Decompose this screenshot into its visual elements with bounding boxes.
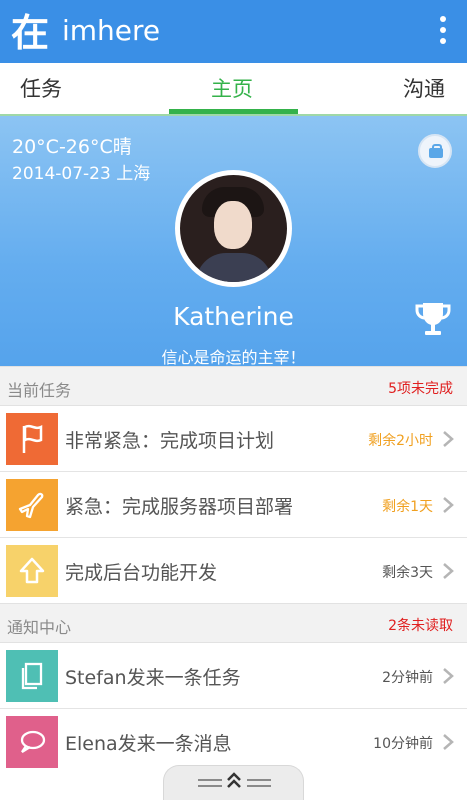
briefcase-button[interactable] (418, 134, 452, 168)
tab-communication[interactable]: 沟通 (403, 63, 445, 115)
notification-time: 2分钟前 (382, 670, 433, 686)
app-logo-icon: 在 (11, 12, 49, 52)
expand-up-icon (198, 772, 271, 788)
task-time-remaining: 剩余2小时 (368, 433, 433, 449)
user-motto: 信心是命运的主宰！ (161, 348, 306, 367)
avatar[interactable] (175, 170, 292, 287)
up-arrow-icon (6, 545, 58, 597)
task-label: 紧急：完成服务器项目部署 (65, 496, 294, 518)
notification-time: 10分钟前 (373, 736, 433, 752)
task-row[interactable]: 紧急：完成服务器项目部署 剩余1天 (0, 472, 467, 538)
app-bar: 在 imhere (0, 0, 467, 63)
svg-text:在: 在 (11, 12, 49, 52)
tab-home[interactable]: 主页 (211, 63, 253, 115)
tab-bar: 任务 主页 沟通 (0, 63, 467, 115)
flag-icon (6, 413, 58, 465)
airplane-icon (6, 479, 58, 531)
notification-row[interactable]: Stefan发来一条任务 2分钟前 (0, 643, 467, 709)
date-location-text: 2014-07-23 上海 (12, 164, 151, 184)
chevron-right-icon (443, 734, 454, 750)
notification-label: Stefan发来一条任务 (65, 667, 241, 689)
avatar-photo (180, 175, 287, 282)
current-tasks-count: 5项未完成 (388, 381, 453, 397)
briefcase-icon (429, 144, 443, 158)
task-label: 完成后台功能开发 (65, 562, 218, 584)
task-row[interactable]: 完成后台功能开发 剩余3天 (0, 538, 467, 604)
notification-label: Elena发来一条消息 (65, 733, 232, 755)
chat-bubble-icon (6, 716, 58, 768)
drawer-handle[interactable] (163, 765, 304, 800)
notification-center-header: 通知中心 2条未读取 (0, 603, 467, 643)
trophy-icon[interactable] (413, 299, 453, 339)
task-time-remaining: 剩余3天 (382, 565, 433, 581)
notification-unread-count: 2条未读取 (388, 618, 453, 634)
chevron-right-icon (443, 431, 454, 447)
task-time-remaining: 剩余1天 (382, 499, 433, 515)
user-name: Katherine (173, 302, 294, 331)
task-label: 非常紧急：完成项目计划 (65, 430, 275, 452)
current-tasks-header: 当前任务 5项未完成 (0, 366, 467, 406)
current-tasks-title: 当前任务 (7, 381, 72, 400)
app-title: imhere (62, 14, 161, 47)
task-row[interactable]: 非常紧急：完成项目计划 剩余2小时 (0, 406, 467, 472)
notification-center-title: 通知中心 (7, 618, 72, 637)
document-icon (6, 650, 58, 702)
overflow-menu-icon[interactable] (439, 16, 447, 46)
profile-header: 20°C-26°C晴 2014-07-23 上海 Katherine 信心是命运… (0, 116, 467, 367)
chevron-right-icon (443, 497, 454, 513)
weather-text: 20°C-26°C晴 (12, 136, 132, 158)
chevron-right-icon (443, 563, 454, 579)
chevron-right-icon (443, 668, 454, 684)
tab-tasks[interactable]: 任务 (20, 63, 62, 115)
